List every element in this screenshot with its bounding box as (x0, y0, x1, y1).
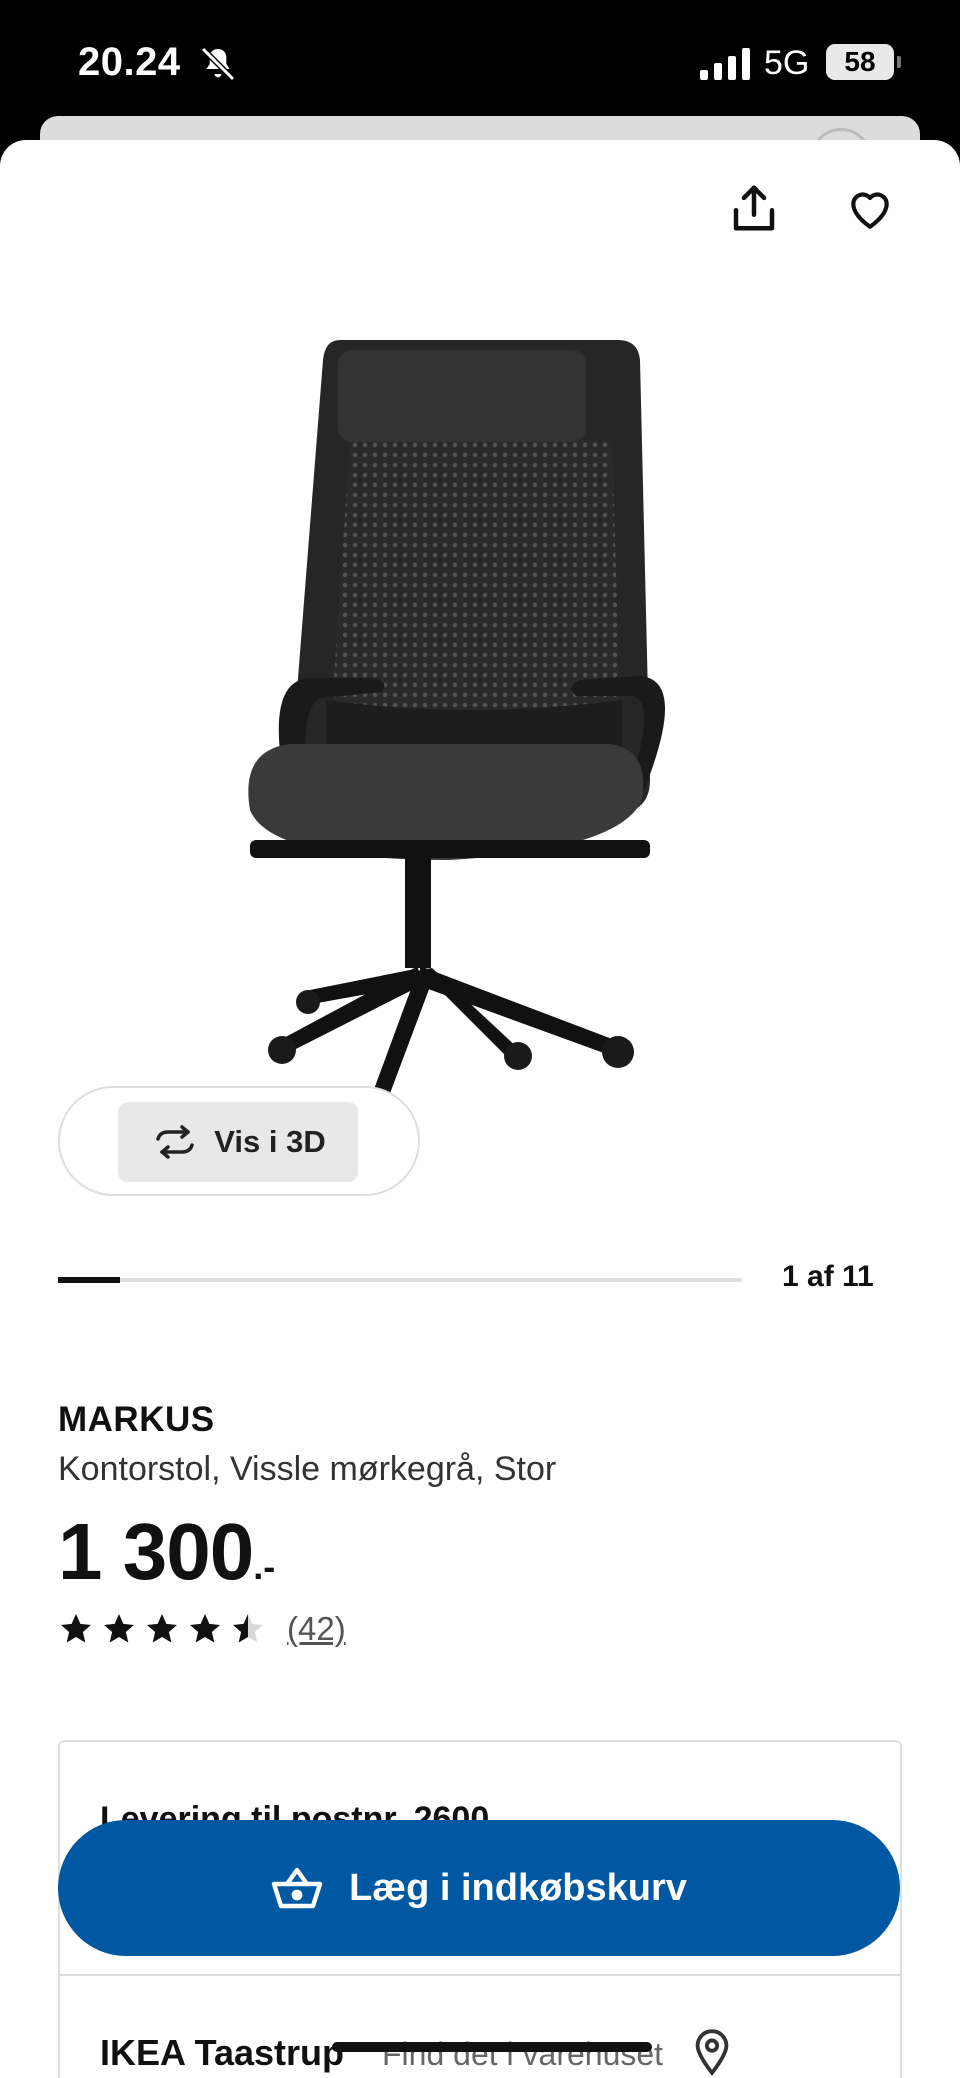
view-3d-button[interactable]: Vis i 3D (118, 1102, 358, 1182)
basket-icon (271, 1867, 323, 1909)
gallery-progress-fill (58, 1277, 121, 1283)
battery-tip (897, 56, 901, 68)
product-name: MARKUS (58, 1400, 215, 1439)
heart-icon (851, 192, 889, 229)
product-price: 1 300.- (58, 1506, 275, 1598)
product-sheet: Vis i 3D 1 af 11 MARKUS Kontorstol, Viss… (0, 140, 960, 2078)
battery-icon: 58 (826, 44, 894, 80)
card-divider (60, 1974, 900, 1976)
network-type: 5G (764, 44, 810, 82)
store-name[interactable]: IKEA Taastrup (100, 2032, 344, 2074)
star-icon (233, 1614, 263, 1643)
product-description: Kontorstol, Vissle mørkegrå, Stor (58, 1450, 557, 1488)
star-icon (104, 1614, 134, 1643)
add-to-cart-label: Læg i indkøbskurv (349, 1866, 687, 1909)
star-icon (147, 1614, 177, 1643)
gallery-progress-track (58, 1277, 742, 1283)
review-count-link[interactable]: (42) (287, 1610, 346, 1648)
product-rating[interactable]: (42) (58, 1610, 346, 1648)
share-button[interactable] (722, 176, 786, 240)
silent-bell-icon (200, 46, 236, 82)
view-3d-label: Vis i 3D (214, 1124, 326, 1159)
add-to-cart-button[interactable]: Læg i indkøbskurv (58, 1820, 900, 1956)
rating-stars (58, 1611, 266, 1647)
gallery-page-indicator: 1 af 11 (782, 1260, 874, 1293)
price-integer: 1 300 (58, 1507, 254, 1596)
signal-icon (700, 48, 750, 80)
share-icon (733, 185, 775, 231)
status-bar: 20.24 5G 58 (0, 0, 960, 120)
location-pin-icon (695, 2029, 729, 2076)
status-time: 20.24 (78, 40, 181, 84)
rotate-icon (156, 1125, 195, 1159)
star-icon (61, 1614, 91, 1643)
home-indicator[interactable] (332, 2042, 652, 2052)
favorite-button[interactable] (838, 176, 902, 240)
battery-level: 58 (844, 46, 876, 77)
star-icon (190, 1614, 220, 1643)
view-3d-container: Vis i 3D (58, 1086, 420, 1196)
price-decimal: .- (253, 1546, 276, 1587)
